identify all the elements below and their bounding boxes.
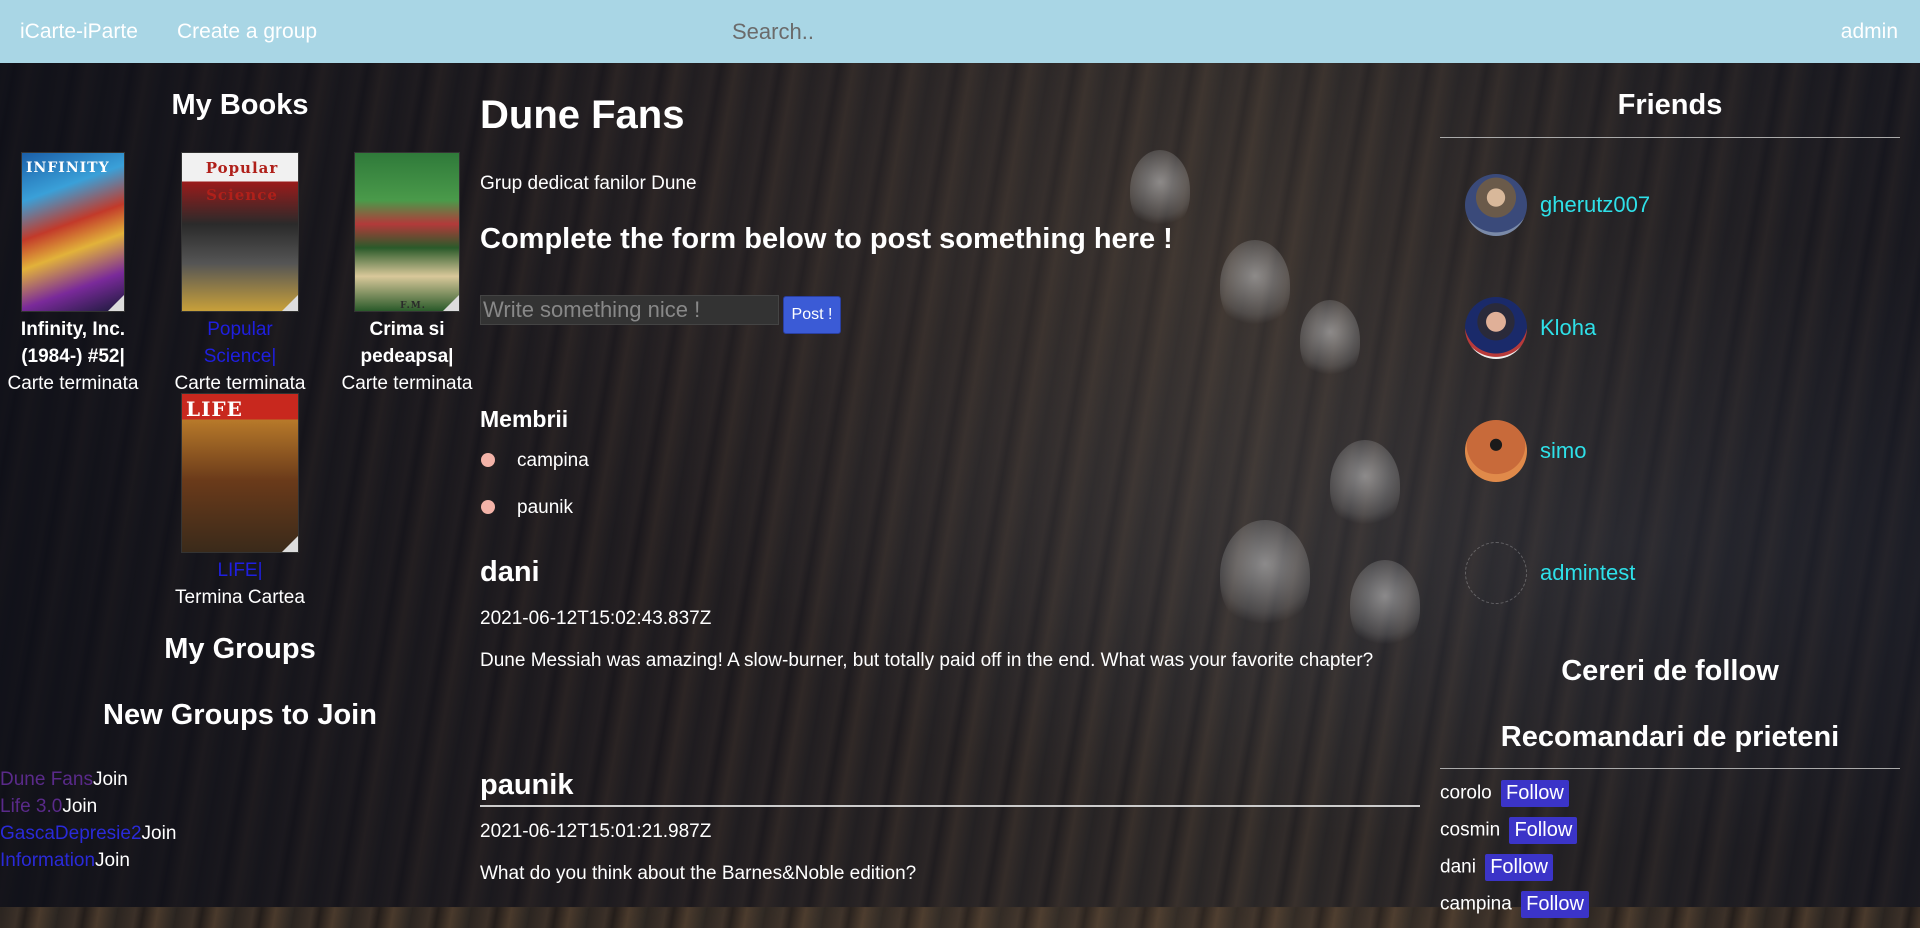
book-cover[interactable]: INFINITY [21, 152, 125, 312]
main-content: My Books INFINITY Infinity, Inc. (1984-)… [0, 63, 1920, 918]
group-link[interactable]: GascaDepresie2 [0, 823, 142, 844]
recommendations-list: corolo Follow cosmin Follow dani Follow … [1440, 780, 1589, 928]
group-description: Grup dedicat fanilor Dune [480, 173, 697, 194]
group-link[interactable]: Information [0, 850, 95, 871]
group-link[interactable]: Life 3.0 [0, 796, 62, 817]
member-name: campina [517, 450, 589, 471]
book-card[interactable]: INFINITY Infinity, Inc. (1984-) #52| Car… [0, 152, 146, 397]
post-author: paunik [480, 769, 574, 801]
book-card[interactable]: LIFE LIFE| Termina Cartea [167, 393, 313, 611]
divider [1440, 768, 1900, 769]
members-heading: Membrii [480, 406, 569, 432]
post-button[interactable]: Post ! [783, 296, 841, 334]
cover-label: LIFE [186, 397, 243, 421]
avatar[interactable] [1465, 297, 1527, 359]
book-cover[interactable]: Popular Science [181, 152, 299, 312]
bullet-icon [481, 453, 495, 467]
friend-link[interactable]: simo [1540, 438, 1586, 464]
member-item: campina [480, 451, 589, 498]
cover-label: Popular Science [205, 159, 279, 204]
create-group-link[interactable]: Create a group [177, 20, 317, 44]
post-form-heading: Complete the form below to post somethin… [480, 223, 1173, 255]
avatar[interactable] [1465, 420, 1527, 482]
avatar[interactable] [1465, 174, 1527, 236]
book-title: Infinity, Inc. (1984-) #52| [20, 319, 126, 367]
friends-heading: Friends [1617, 89, 1723, 121]
recommendation-row: campina Follow [1440, 891, 1589, 928]
book-title: Crima si pedeapsa| [360, 319, 454, 367]
follow-button[interactable]: Follow [1509, 817, 1578, 844]
search-input[interactable] [730, 12, 1154, 52]
follow-button[interactable]: Follow [1521, 891, 1589, 918]
group-row: InformationJoin [0, 847, 176, 874]
follow-button[interactable]: Follow [1485, 854, 1553, 881]
group-row: Dune FansJoin [0, 766, 176, 793]
book-status: Carte terminata [7, 373, 139, 394]
new-groups-heading: New Groups to Join [103, 699, 377, 731]
book-cover[interactable]: LIFE [181, 393, 299, 553]
my-books-heading: My Books [171, 89, 309, 121]
friend-link[interactable]: admintest [1540, 560, 1635, 586]
divider [1440, 137, 1900, 138]
new-groups-list: Dune FansJoin Life 3.0Join GascaDepresie… [0, 766, 176, 874]
recommended-user: corolo [1440, 782, 1492, 804]
join-group-link[interactable]: Join [62, 796, 97, 817]
recommended-user: dani [1440, 856, 1476, 878]
follow-requests-heading: Cereri de follow [1561, 655, 1779, 687]
book-card[interactable]: F.M. DOSTOIEVSKI Crima si pedeapsa| Cart… [334, 152, 480, 397]
group-row: Life 3.0Join [0, 793, 176, 820]
friend-link[interactable]: gherutz007 [1540, 192, 1650, 218]
join-group-link[interactable]: Join [142, 823, 177, 844]
recommended-user: cosmin [1440, 819, 1501, 841]
post-author: dani [480, 556, 540, 588]
post-date: 2021-06-12T15:01:21.987Z [480, 821, 712, 842]
join-group-link[interactable]: Join [93, 769, 128, 790]
cover-label: INFINITY [26, 160, 110, 176]
post-text: What do you think about the Barnes&Noble… [480, 863, 917, 884]
my-groups-heading: My Groups [164, 633, 316, 665]
member-item: paunik [480, 498, 589, 545]
post-date: 2021-06-12T15:02:43.837Z [480, 608, 712, 629]
join-group-link[interactable]: Join [95, 850, 130, 871]
members-list: campina paunik [480, 451, 589, 545]
top-navbar: iCarte-iParte Create a group admin [0, 0, 1920, 63]
friend-link[interactable]: Kloha [1540, 315, 1596, 341]
post-input[interactable] [480, 295, 779, 325]
group-link[interactable]: Dune Fans [0, 769, 93, 790]
cover-label: F.M. DOSTOIEVSKI [400, 301, 426, 311]
book-title-link[interactable]: Popular Science| [167, 316, 313, 370]
book-title-link[interactable]: LIFE| [167, 557, 313, 584]
recommendation-row: corolo Follow [1440, 780, 1589, 817]
book-card[interactable]: Popular Science Popular Science| Carte t… [167, 152, 313, 397]
group-title: Dune Fans [480, 93, 685, 137]
book-cover[interactable]: F.M. DOSTOIEVSKI [354, 152, 460, 312]
recommendation-row: dani Follow [1440, 854, 1589, 891]
post: dani 2021-06-12T15:02:43.837Z Dune Messi… [480, 556, 1420, 674]
recommended-user: campina [1440, 893, 1512, 915]
member-name: paunik [517, 497, 573, 518]
recommendation-row: cosmin Follow [1440, 817, 1589, 854]
group-row: GascaDepresie2Join [0, 820, 176, 847]
recommendations-heading: Recomandari de prieteni [1500, 721, 1840, 753]
post: paunik 2021-06-12T15:01:21.987Z What do … [480, 769, 1420, 887]
user-menu-link[interactable]: admin [1841, 20, 1898, 44]
book-status: Termina Cartea [175, 587, 305, 608]
avatar[interactable] [1465, 542, 1527, 604]
book-status: Carte terminata [341, 373, 473, 394]
brand-link[interactable]: iCarte-iParte [20, 20, 138, 44]
follow-button[interactable]: Follow [1501, 780, 1569, 807]
post-text: Dune Messiah was amazing! A slow-burner,… [480, 650, 1374, 671]
bullet-icon [481, 500, 495, 514]
